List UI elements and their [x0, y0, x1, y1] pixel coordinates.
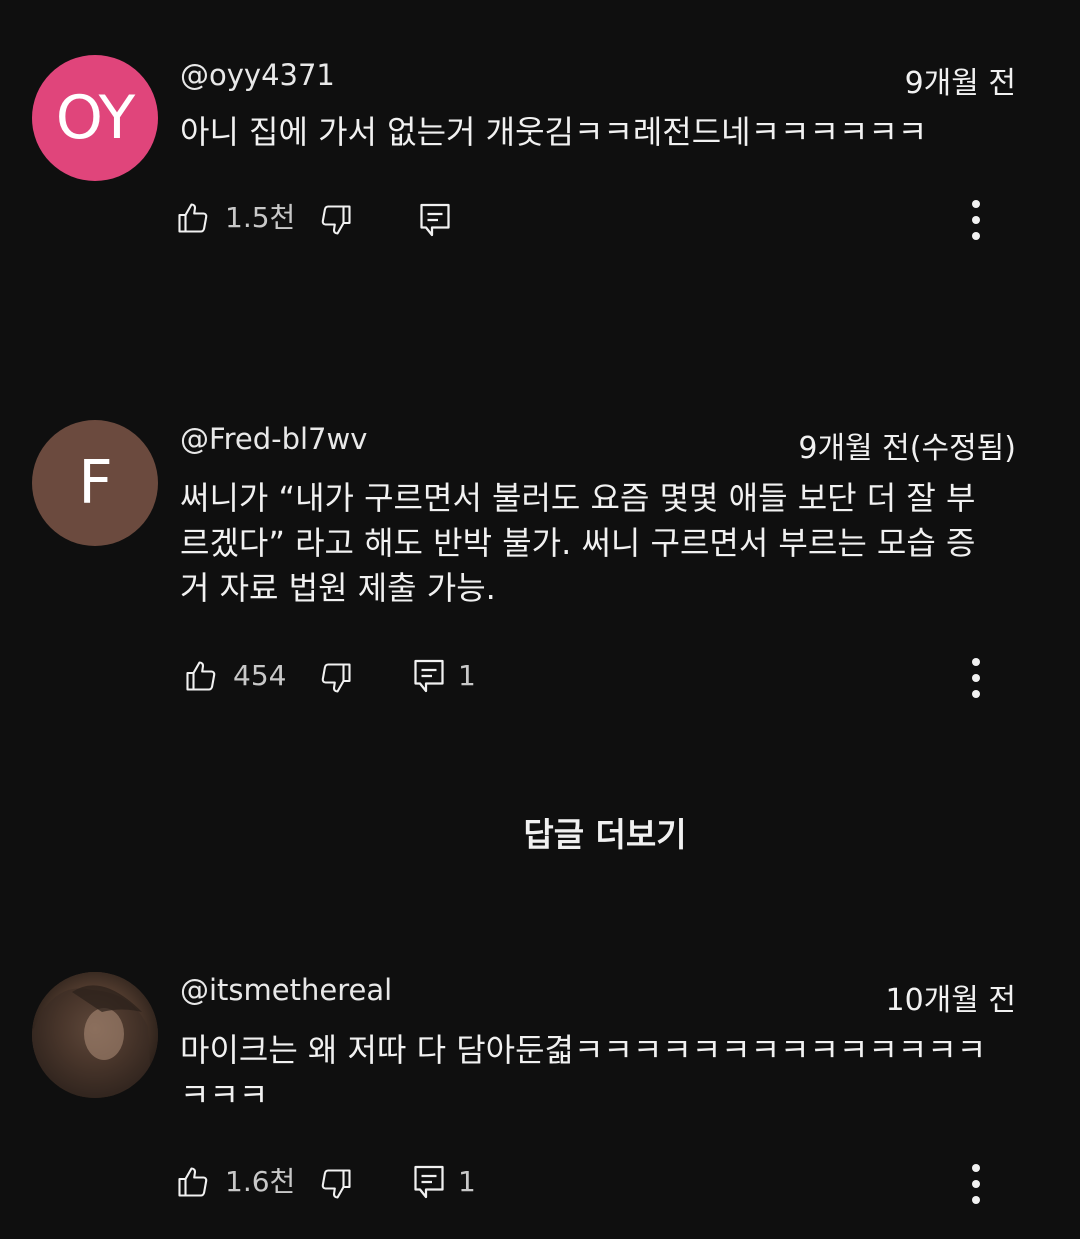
avatar[interactable]: OY — [32, 55, 158, 181]
comment-author[interactable]: @itsmethereal — [180, 973, 392, 1007]
comment-text-line: ㅋㅋㅋ — [180, 1076, 269, 1114]
comment-text: 아니 집에 가서 없는거 개웃김ㅋㅋ레전드네ㅋㅋㅋㅋㅋㅋ — [180, 113, 928, 151]
avatar-initials: F — [78, 448, 113, 518]
comments-page: OY @oyy4371 9개월 전 아니 집에 가서 없는거 개웃김ㅋㅋ레전드네… — [0, 0, 1080, 1239]
reply-comment-icon[interactable] — [412, 1164, 452, 1204]
comment-text-line: 마이크는 왜 저따 다 담아둔겳ㅋㅋㅋㅋㅋㅋㅋㅋㅋㅋㅋㅋㅋㅋ — [180, 1031, 987, 1069]
reply-count: 1 — [458, 1165, 476, 1198]
thumbs-down-icon[interactable] — [318, 660, 358, 700]
avatar[interactable] — [32, 972, 158, 1098]
comment-author[interactable]: @oyy4371 — [180, 58, 335, 92]
reply-comment-icon[interactable] — [412, 658, 452, 698]
avatar[interactable]: F — [32, 420, 158, 546]
more-replies-button[interactable]: 답글 더보기 — [0, 808, 1080, 856]
comment-text: 마이크는 왜 저따 다 담아둔겳ㅋㅋㅋㅋㅋㅋㅋㅋㅋㅋㅋㅋㅋㅋ ㅋㅋㅋ — [180, 1028, 1020, 1118]
like-count: 1.6천 — [225, 1165, 296, 1198]
reply-count: 1 — [458, 659, 476, 692]
thumbs-up-icon[interactable] — [175, 200, 215, 240]
comment-timestamp: 10개월 전 — [885, 983, 1016, 1018]
comment-text-line: 거 자료 법원 제출 가능. — [180, 569, 496, 607]
comment-author[interactable]: @Fred-bl7wv — [180, 422, 367, 456]
like-count: 1.5천 — [225, 201, 296, 234]
thumbs-down-icon[interactable] — [318, 1166, 358, 1206]
comment-actions: 1.5천 — [0, 198, 1080, 248]
more-vertical-icon[interactable] — [956, 656, 996, 698]
like-count: 454 — [233, 659, 287, 692]
thumbs-down-icon[interactable] — [318, 202, 358, 242]
comment-actions: 454 1 — [0, 656, 1080, 706]
comment-timestamp: 9개월 전 — [904, 66, 1016, 101]
more-vertical-icon[interactable] — [956, 198, 996, 240]
thumbs-up-icon[interactable] — [175, 1164, 215, 1204]
comment-text: 써니가 “내가 구르면서 불러도 요즘 몇몇 애들 보단 더 잘 부 르겠다” … — [180, 476, 1020, 611]
more-vertical-icon[interactable] — [956, 1162, 996, 1204]
thumbs-up-icon[interactable] — [183, 658, 223, 698]
comment-text-line: 르겠다” 라고 해도 반박 불가. 써니 구르면서 부르는 모습 증 — [180, 524, 976, 562]
avatar-initials: OY — [55, 83, 136, 153]
reply-comment-icon[interactable] — [418, 202, 458, 242]
comment-timestamp: 9개월 전(수정됨) — [798, 431, 1016, 466]
comment-actions: 1.6천 1 — [0, 1162, 1080, 1212]
avatar-photo — [32, 972, 158, 1098]
comment-text-line: 써니가 “내가 구르면서 불러도 요즘 몇몇 애들 보단 더 잘 부 — [180, 479, 976, 517]
